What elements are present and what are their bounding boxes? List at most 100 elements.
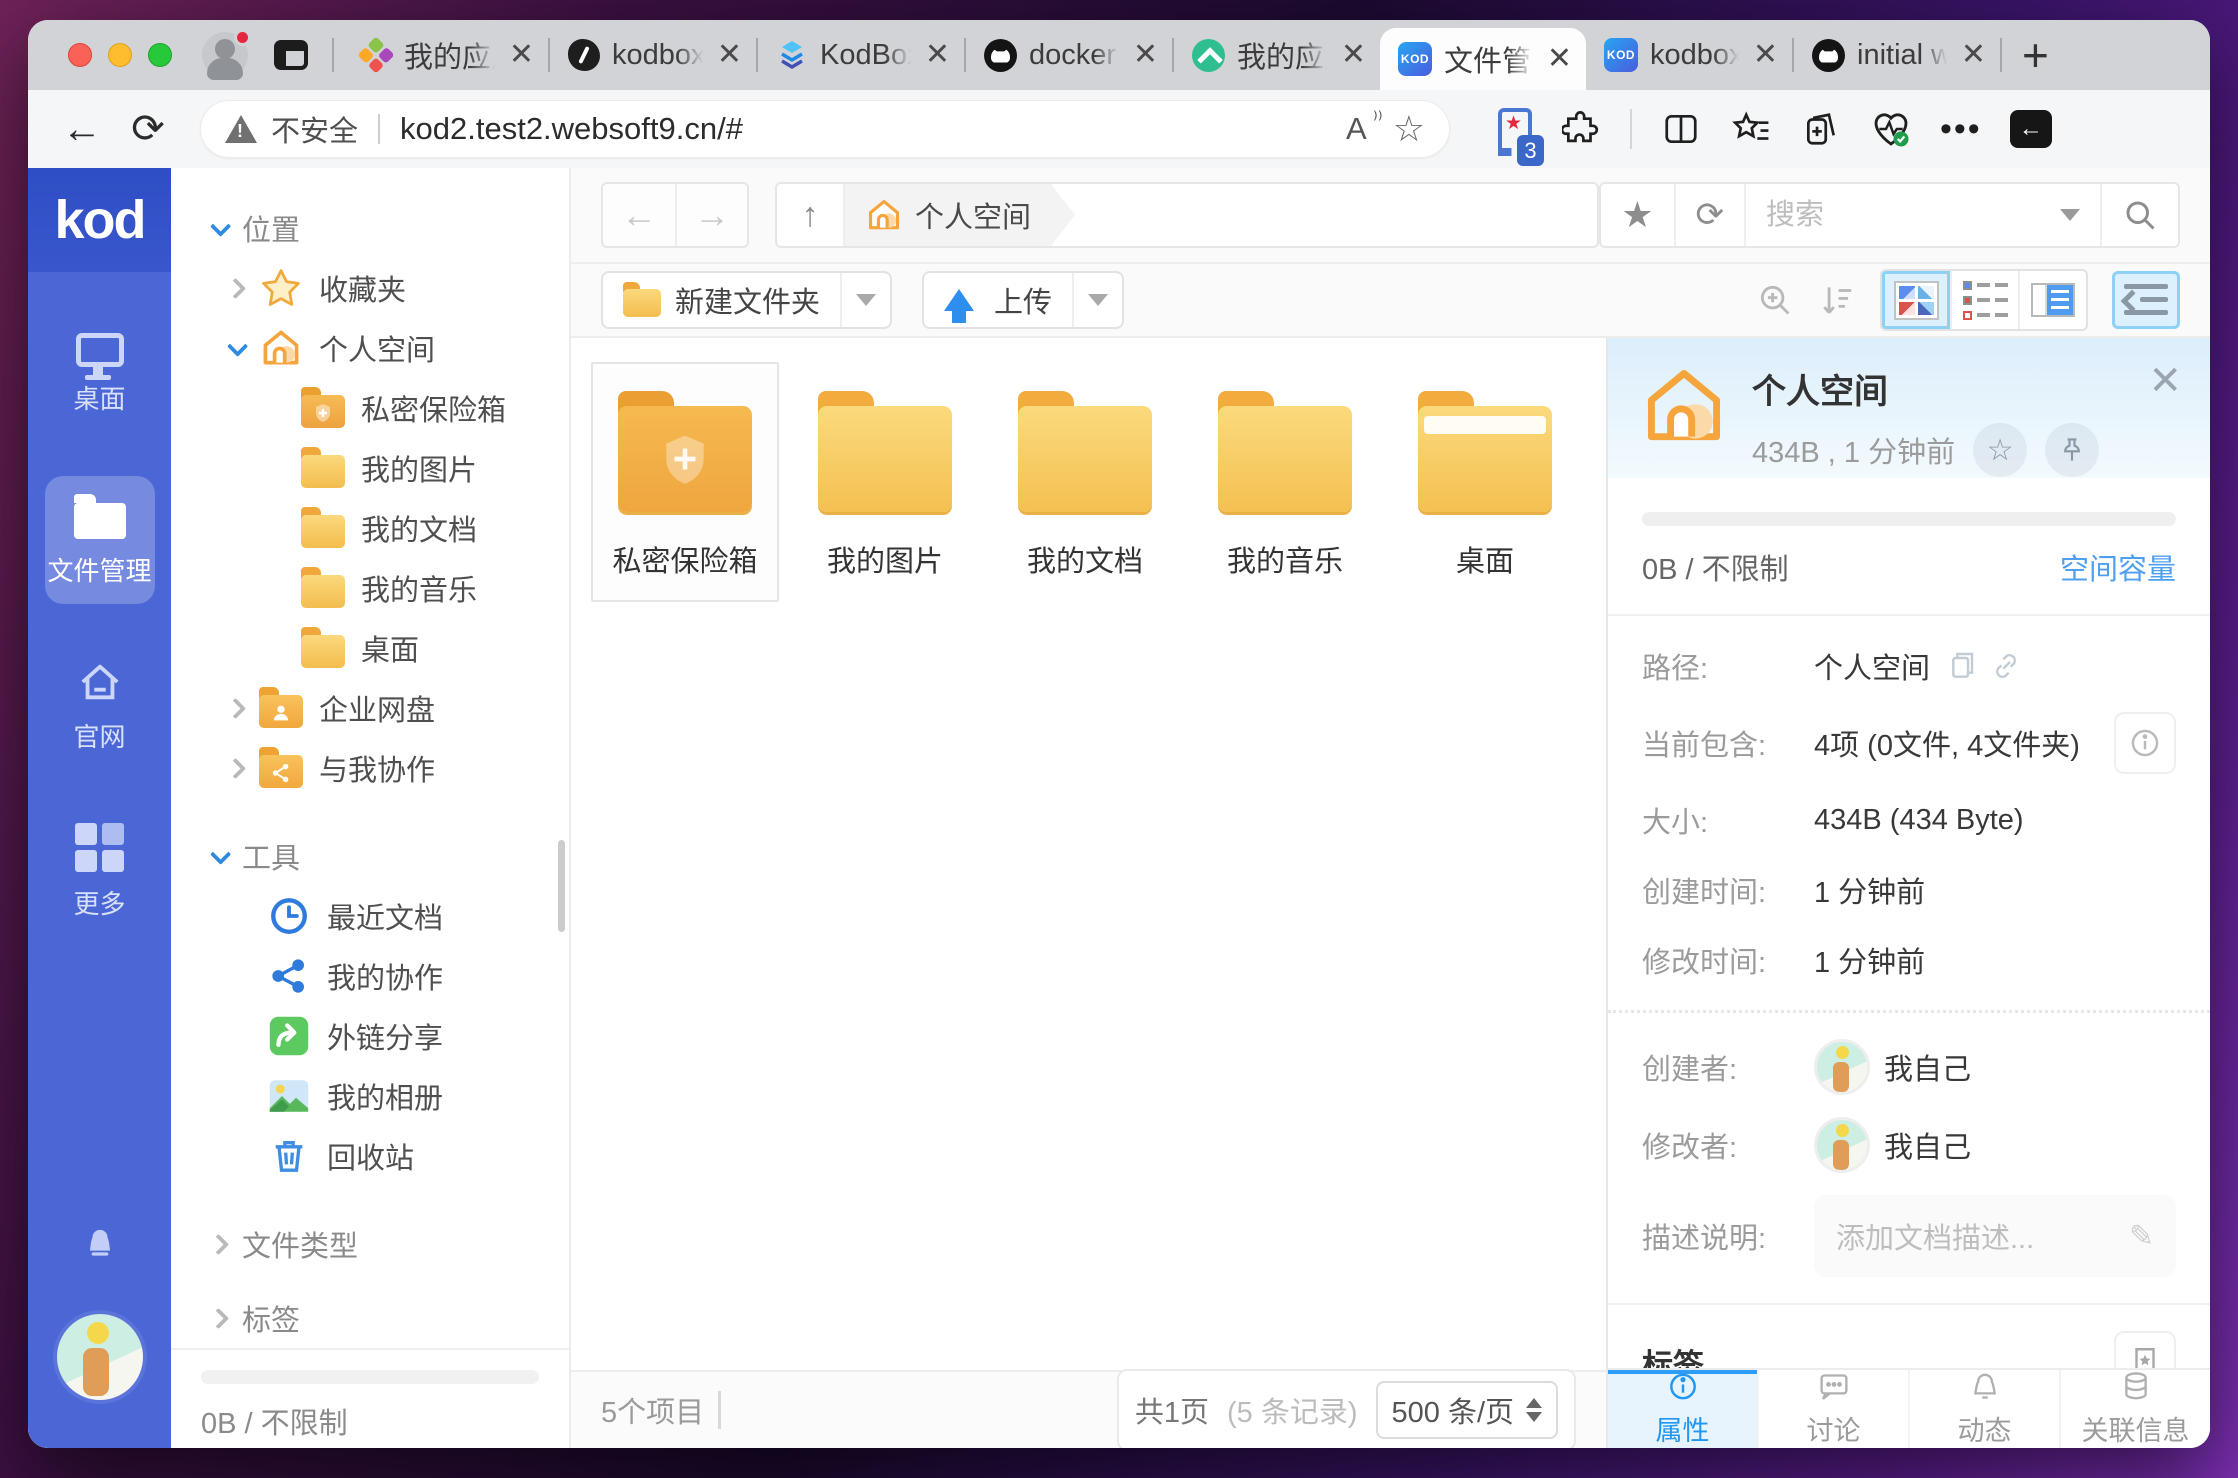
upload-button[interactable]: 上传 (924, 273, 1072, 327)
extensions-icon[interactable] (1560, 108, 1602, 150)
tree-item-favorites[interactable]: 收藏夹 (171, 258, 569, 318)
zoom-in-icon[interactable] (1756, 281, 1794, 319)
search-button[interactable] (2100, 184, 2178, 246)
tree-item-my-music[interactable]: 我的音乐 (171, 558, 569, 618)
tab-my-apps-2[interactable]: 我的应用 ✕ (1174, 20, 1380, 90)
tree-item-my-collaboration[interactable]: 我的协作 (171, 946, 569, 1006)
zoom-window-button[interactable] (148, 43, 172, 67)
new-tab-button[interactable]: + (2022, 28, 2049, 82)
pin-button[interactable] (2045, 423, 2099, 477)
tree-item-enterprise-disk[interactable]: 企业网盘 (171, 678, 569, 738)
refresh-list-button[interactable]: ⟳ (1674, 184, 1745, 246)
tree-item-desktop[interactable]: 桌面 (171, 618, 569, 678)
chevron-right-icon[interactable] (225, 757, 246, 778)
close-icon[interactable]: ✕ (1961, 40, 1986, 70)
tree-item-recycle-bin[interactable]: 回收站 (171, 1126, 569, 1186)
settings-more-icon[interactable]: ••• (1940, 110, 1982, 149)
history-back-button[interactable]: ← (603, 184, 675, 246)
sidebar-toggle-icon[interactable]: ← (2010, 110, 2052, 148)
close-icon[interactable]: ✕ (1341, 40, 1366, 70)
close-icon[interactable]: ✕ (717, 40, 742, 70)
tab-kodbox-2[interactable]: kodbox ✕ (1586, 20, 1792, 90)
file-tile-my-documents[interactable]: 我的文档 (991, 362, 1179, 602)
file-grid[interactable]: 私密保险箱 我的图片 我的文档 我的音乐 (571, 338, 1606, 1370)
tab-kodbox-repo[interactable]: kodbox ✕ (550, 20, 756, 90)
history-forward-button[interactable]: → (675, 184, 747, 246)
bell-icon[interactable] (80, 1224, 120, 1264)
tree-item-external-share[interactable]: 外链分享 (171, 1006, 569, 1066)
close-window-button[interactable] (68, 43, 92, 67)
new-folder-button[interactable]: 新建文件夹 (603, 273, 840, 327)
tree-item-my-documents[interactable]: 我的文档 (171, 498, 569, 558)
upload-menu-button[interactable] (1072, 273, 1122, 327)
rail-item-desktop[interactable]: 桌面 (45, 310, 155, 438)
file-tile-my-music[interactable]: 我的音乐 (1191, 362, 1379, 602)
workspaces-icon[interactable] (274, 40, 308, 70)
favorites-icon[interactable] (1730, 108, 1772, 150)
tree-item-shared-with-me[interactable]: 与我协作 (171, 738, 569, 798)
close-icon[interactable]: ✕ (1547, 44, 1572, 74)
browser-essentials-icon[interactable]: 3 (1498, 108, 1532, 150)
chevron-right-icon[interactable] (208, 1233, 229, 1254)
close-icon[interactable]: ✕ (1133, 40, 1158, 70)
modifier-value[interactable]: 我自己 (1884, 1124, 1971, 1166)
chevron-right-icon[interactable] (225, 697, 246, 718)
view-detail-button[interactable] (2018, 271, 2086, 329)
chevron-right-icon[interactable] (208, 1307, 229, 1328)
info-button[interactable] (2114, 712, 2176, 774)
tree-item-my-album[interactable]: 我的相册 (171, 1066, 569, 1126)
rail-item-file-manager[interactable]: 文件管理 (45, 476, 155, 604)
tree-header-tags[interactable]: 标签 (171, 1288, 569, 1348)
close-icon[interactable]: ✕ (1753, 40, 1778, 70)
refresh-button[interactable]: ⟳ (120, 109, 176, 149)
creator-value[interactable]: 我自己 (1884, 1046, 1971, 1088)
file-tile-private-safe[interactable]: 私密保险箱 (591, 362, 779, 602)
read-aloud-icon[interactable]: A (1346, 111, 1367, 147)
tab-my-apps-1[interactable]: 我的应用 ✕ (342, 20, 548, 90)
minimize-window-button[interactable] (108, 43, 132, 67)
tab-file-manager-active[interactable]: 文件管理 ✕ (1380, 28, 1586, 90)
back-button[interactable]: ← (54, 109, 110, 149)
file-tile-my-pictures[interactable]: 我的图片 (791, 362, 979, 602)
tree-header-tools[interactable]: 工具 (171, 826, 569, 886)
tab-activity[interactable]: 动态 (1908, 1370, 2059, 1448)
browser-health-icon[interactable] (1870, 108, 1912, 150)
toggle-detail-panel-button[interactable] (2112, 271, 2180, 329)
star-button[interactable]: ☆ (1973, 423, 2027, 477)
tree-item-private-safe[interactable]: 私密保险箱 (171, 378, 569, 438)
tab-initial[interactable]: initial w ✕ (1794, 20, 2000, 90)
copy-icon[interactable] (1944, 650, 1976, 682)
up-folder-button[interactable]: ↑ (777, 184, 845, 246)
tab-properties[interactable]: 属性 (1608, 1370, 1757, 1448)
path-value[interactable]: 个人空间 (1814, 645, 1930, 687)
favorite-star-icon[interactable]: ☆ (1393, 108, 1425, 150)
capacity-link[interactable]: 空间容量 (2060, 546, 2176, 588)
breadcrumb-item-personal[interactable]: 个人空间 (845, 184, 1075, 246)
link-icon[interactable] (1990, 650, 2022, 682)
chevron-down-icon[interactable] (2060, 209, 2080, 221)
close-icon[interactable]: ✕ (509, 40, 534, 70)
split-screen-icon[interactable] (1660, 108, 1702, 150)
address-bar[interactable]: 不安全 kod2.test2.websoft9.cn/# A ☆ (200, 100, 1450, 158)
tree-item-recent-docs[interactable]: 最近文档 (171, 886, 569, 946)
rail-item-more[interactable]: 更多 (45, 808, 155, 936)
pane-resize-handle[interactable] (558, 840, 565, 932)
view-grid-button[interactable] (1882, 271, 1950, 329)
tab-kodbox-site[interactable]: KodBox ✕ (758, 20, 964, 90)
per-page-select[interactable]: 500 条/页 (1376, 1381, 1559, 1439)
tag-bookmark-button[interactable] (2114, 1331, 2176, 1368)
browser-profile-avatar[interactable] (202, 32, 248, 78)
chevron-down-icon[interactable] (227, 335, 248, 356)
tab-related-info[interactable]: 关联信息 (2059, 1370, 2210, 1448)
tab-docker[interactable]: docker ✕ (966, 20, 1172, 90)
chevron-down-icon[interactable] (210, 843, 231, 864)
rail-item-official-site[interactable]: 官网 (45, 642, 155, 770)
new-folder-menu-button[interactable] (840, 273, 890, 327)
search-input[interactable] (1766, 199, 2046, 232)
user-avatar[interactable] (53, 1310, 147, 1404)
description-input[interactable]: 添加文档描述... ✎ (1814, 1195, 2176, 1277)
tree-header-location[interactable]: 位置 (171, 198, 569, 258)
collections-icon[interactable] (1800, 108, 1842, 150)
tab-discussion[interactable]: 讨论 (1757, 1370, 1908, 1448)
view-list-button[interactable] (1950, 271, 2018, 329)
